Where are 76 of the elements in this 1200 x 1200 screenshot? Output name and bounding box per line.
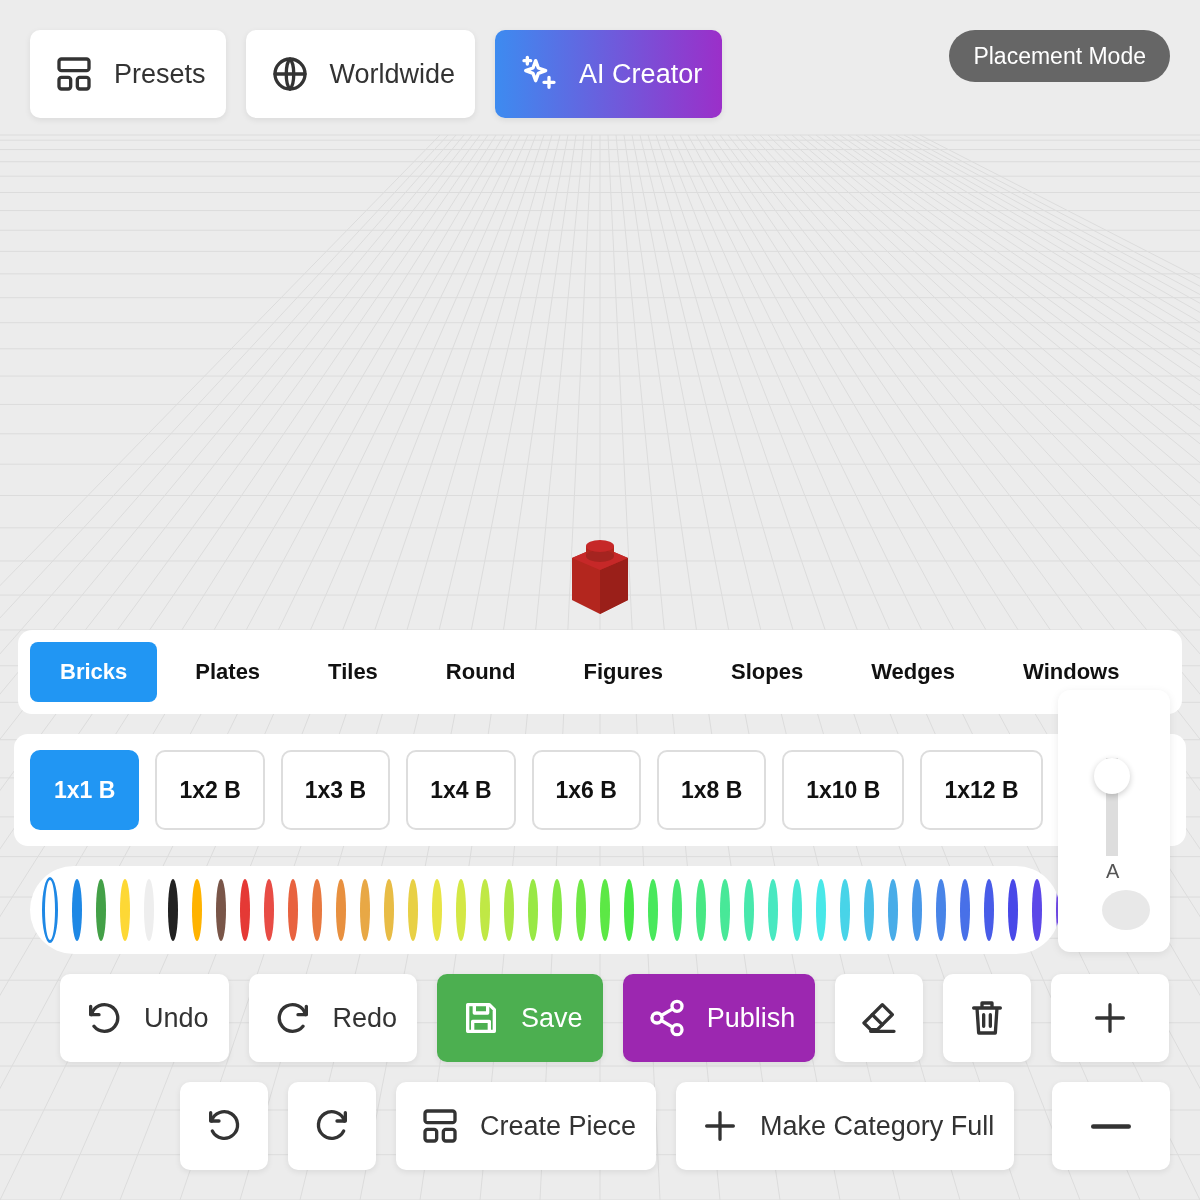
color-swatch[interactable] (42, 877, 58, 943)
color-swatch[interactable] (672, 879, 682, 941)
color-swatch[interactable] (312, 879, 322, 941)
color-swatch[interactable] (504, 879, 514, 941)
size-button[interactable]: 1x6 B (531, 750, 641, 830)
color-swatch[interactable] (528, 879, 538, 941)
color-swatch[interactable] (336, 879, 346, 941)
color-swatch[interactable] (600, 879, 610, 941)
color-swatch[interactable] (1008, 879, 1018, 941)
color-swatch[interactable] (744, 879, 754, 941)
minus-icon (1091, 1122, 1132, 1130)
color-swatch[interactable] (984, 879, 994, 941)
rotate-right-button[interactable] (288, 1082, 376, 1170)
color-swatch[interactable] (264, 879, 274, 941)
color-swatch[interactable] (120, 879, 130, 941)
slider-label: A (1106, 860, 1120, 883)
color-swatch[interactable] (624, 879, 634, 941)
toolbar-button[interactable]: Presets (30, 30, 226, 118)
action-button[interactable]: Undo (60, 974, 229, 1062)
color-swatch[interactable] (432, 879, 442, 941)
category-tab[interactable]: Wedges (841, 642, 986, 702)
color-swatch[interactable] (792, 879, 802, 941)
layout-icon (54, 54, 94, 94)
rotate-left-button[interactable] (180, 1082, 268, 1170)
category-tab[interactable]: Plates (165, 642, 291, 702)
toolbar-button[interactable]: Worldwide (245, 30, 476, 118)
color-swatch[interactable] (648, 879, 658, 941)
color-swatch[interactable] (1032, 879, 1042, 941)
color-swatch[interactable] (768, 879, 778, 941)
color-swatch[interactable] (72, 879, 82, 941)
size-button[interactable]: 1x12 B (920, 750, 1043, 830)
add-button[interactable] (1051, 974, 1170, 1062)
color-swatch[interactable] (696, 879, 706, 941)
color-swatch[interactable] (960, 879, 970, 941)
color-swatch[interactable] (936, 879, 946, 941)
color-swatch[interactable] (576, 879, 586, 941)
size-button[interactable]: 1x8 B (656, 750, 767, 830)
action-button[interactable]: Redo (248, 974, 418, 1062)
color-swatch[interactable] (816, 879, 826, 941)
delete-button[interactable] (943, 974, 1032, 1062)
color-swatch[interactable] (384, 879, 394, 941)
color-swatch[interactable] (840, 879, 850, 941)
size-button[interactable]: 1x4 B (406, 750, 516, 830)
color-swatch[interactable] (288, 879, 298, 941)
category-tab[interactable]: Figures (553, 642, 693, 702)
zoom-out-button[interactable] (1052, 1082, 1171, 1170)
color-swatch[interactable] (408, 879, 418, 941)
slider-thumb[interactable] (1094, 758, 1130, 794)
tool-button[interactable]: Create Piece (396, 1082, 657, 1170)
color-swatch[interactable] (864, 879, 874, 941)
color-swatch[interactable] (480, 879, 490, 941)
mode-badge[interactable]: Placement Mode (949, 30, 1170, 82)
category-tab[interactable]: Slopes (701, 642, 834, 702)
color-swatch[interactable] (912, 879, 922, 941)
category-tab[interactable]: Windows (993, 642, 1150, 702)
layout-icon (420, 1106, 460, 1146)
color-swatch[interactable] (168, 879, 178, 941)
category-tab[interactable]: Tiles (298, 642, 408, 702)
color-swatch[interactable] (96, 879, 106, 941)
color-swatch[interactable] (552, 879, 562, 941)
color-swatch[interactable] (240, 879, 250, 941)
color-swatch[interactable] (216, 879, 226, 941)
category-tab[interactable]: Round (415, 642, 546, 702)
eraser-button[interactable] (835, 974, 924, 1062)
color-swatch[interactable] (888, 879, 898, 941)
action-button[interactable]: Publish (622, 974, 816, 1062)
brick-drawing[interactable] (570, 540, 630, 616)
color-swatch[interactable] (192, 879, 202, 941)
size-button[interactable]: 1x3 B (280, 750, 391, 830)
color-swatch[interactable] (456, 879, 466, 941)
toolbar-button[interactable]: AI Creator (495, 30, 723, 118)
color-swatch[interactable] (360, 879, 370, 941)
size-button[interactable]: 1x2 B (155, 750, 265, 830)
color-swatch[interactable] (720, 879, 730, 941)
tool-button[interactable]: Make Category Full (676, 1082, 1015, 1170)
size-button[interactable]: 1x10 B (782, 750, 905, 830)
